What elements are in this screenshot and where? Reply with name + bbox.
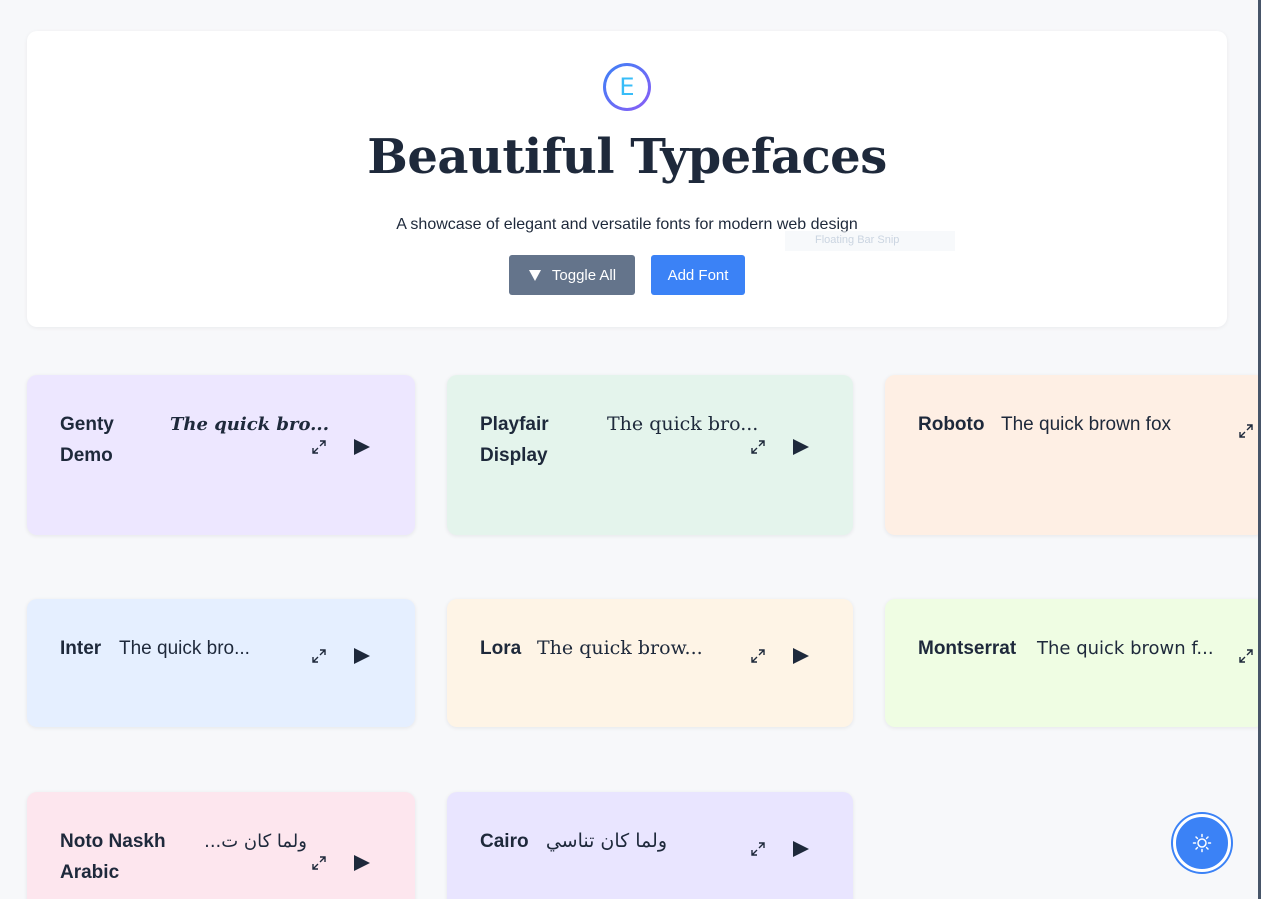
play-icon[interactable] <box>792 647 810 665</box>
page-subtitle: A showcase of elegant and versatile font… <box>396 216 858 233</box>
font-sample: The quick bro... <box>170 414 329 435</box>
font-card-noto-naskh-arabic[interactable]: Noto Naskh Arabic ولما كان ت... <box>27 792 415 899</box>
page-title: Beautiful Typefaces <box>367 129 887 185</box>
font-sample: The quick brown f... <box>1037 638 1214 659</box>
font-card-lora[interactable]: Lora The quick brow... <box>447 599 853 727</box>
play-icon[interactable] <box>353 647 371 665</box>
font-sample: ولما كان ت... <box>204 831 307 852</box>
triangle-down-icon <box>528 270 541 281</box>
font-card-playfair-display[interactable]: Playfair Display The quick bro... <box>447 375 853 535</box>
font-card-inter[interactable]: Inter The quick bro... <box>27 599 415 727</box>
play-icon[interactable] <box>353 854 371 872</box>
expand-icon[interactable] <box>1239 649 1253 663</box>
expand-icon[interactable] <box>312 856 326 870</box>
toggle-all-button[interactable]: Toggle All <box>509 255 635 295</box>
font-name: Lora <box>480 638 522 659</box>
expand-icon[interactable] <box>312 440 326 454</box>
font-name: Cairo <box>480 831 529 852</box>
play-icon[interactable] <box>353 438 371 456</box>
sun-icon <box>1192 833 1212 853</box>
font-name: Playfair Display <box>480 414 549 466</box>
font-name: Inter <box>60 638 102 659</box>
font-name: Roboto <box>918 414 985 435</box>
logo: E <box>603 63 651 111</box>
font-sample: The quick brow... <box>537 637 703 659</box>
expand-icon[interactable] <box>1239 424 1253 438</box>
expand-icon[interactable] <box>312 649 326 663</box>
font-card-montserrat[interactable]: Montserrat The quick brown f... <box>885 599 1261 727</box>
font-name: Noto Naskh Arabic <box>60 831 166 883</box>
font-sample: The quick bro... <box>607 413 759 435</box>
font-sample: ولما كان تناسي <box>545 830 667 852</box>
font-sample: The quick bro... <box>119 638 250 659</box>
font-name: Montserrat <box>918 638 1017 659</box>
play-icon[interactable] <box>792 840 810 858</box>
font-name: Genty Demo <box>60 414 114 466</box>
header-card: E Beautiful Typefaces A showcase of eleg… <box>27 31 1227 327</box>
expand-icon[interactable] <box>751 649 765 663</box>
toggle-all-label: Toggle All <box>551 266 617 284</box>
expand-icon[interactable] <box>751 842 765 856</box>
expand-icon[interactable] <box>751 440 765 454</box>
font-card-roboto[interactable]: Roboto The quick brown fox <box>885 375 1261 535</box>
play-icon[interactable] <box>792 438 810 456</box>
floating-bar-ghost: Floating Bar Snip <box>785 231 955 251</box>
logo-letter: E <box>619 73 635 101</box>
page: E Beautiful Typefaces A showcase of eleg… <box>0 0 1261 899</box>
add-font-button[interactable]: Add Font <box>651 255 745 295</box>
font-card-genty-demo[interactable]: Genty Demo The quick bro... <box>27 375 415 535</box>
theme-toggle-button[interactable] <box>1173 814 1231 872</box>
font-sample: The quick brown fox <box>1001 414 1172 435</box>
font-card-cairo[interactable]: Cairo ولما كان تناسي <box>447 792 853 899</box>
add-font-label: Add Font <box>667 266 729 284</box>
